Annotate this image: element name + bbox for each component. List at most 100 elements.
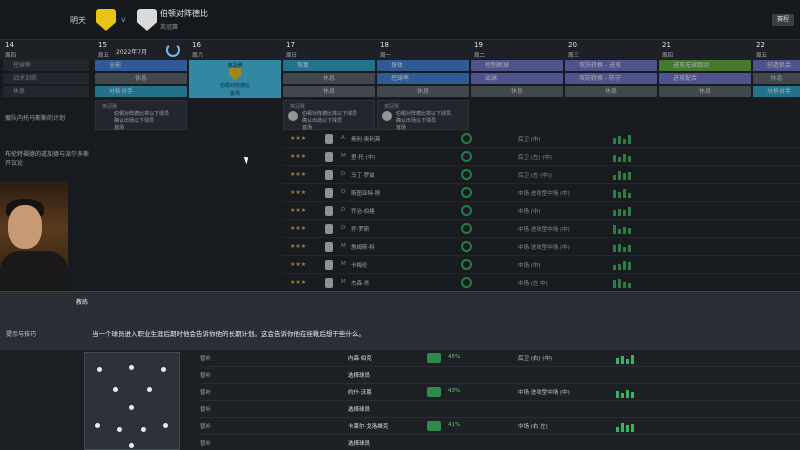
player-marker[interactable]	[117, 427, 122, 432]
session-slot[interactable]: 战术训练	[3, 73, 89, 84]
star-rating-icon: ★★★	[290, 261, 307, 268]
player-marker[interactable]	[129, 365, 134, 370]
condition-dial-icon	[461, 169, 472, 180]
bench-player-name[interactable]: 约什·沃恩	[348, 388, 372, 396]
condition-percent: 45%	[448, 354, 461, 360]
day-header[interactable]: 17 周日	[283, 40, 375, 60]
player-marker[interactable]	[161, 367, 166, 372]
player-marker[interactable]	[95, 423, 100, 428]
session-slot[interactable]: 创造机会	[753, 60, 800, 71]
news-item[interactable]: 撤队内托马斯斯的计划	[5, 114, 91, 123]
weekday: 周一	[380, 53, 392, 59]
session-slot[interactable]: 休息	[3, 86, 89, 97]
table-row[interactable]: ★★★ A 奥利·奥利弗 后卫 (中)	[283, 130, 800, 148]
day-header[interactable]: 22 周五	[753, 40, 800, 60]
player-marker[interactable]	[97, 367, 102, 372]
session-slot[interactable]: 控球率	[377, 73, 469, 84]
session-slot[interactable]: 分析对手	[753, 86, 800, 97]
table-row[interactable]: ★★★ D 马丁·罗兹 后卫 (左 (中))	[283, 166, 800, 184]
player-marker[interactable]	[141, 427, 146, 432]
competition-label: 英冠赛	[160, 24, 179, 31]
player-role: 中场 (中)	[518, 263, 541, 269]
table-row[interactable]: ★★★ M 詹姆斯·特 中场 进攻型中场 (中)	[283, 238, 800, 256]
next-match-title[interactable]: 伯顿对阵德比	[160, 8, 208, 19]
session-slot[interactable]: 恢复	[283, 60, 375, 71]
session-slot[interactable]: 进攻配合	[659, 73, 751, 84]
bench-row[interactable]: 替补 内森·伯克 45% 后卫 (右) (中)	[198, 350, 800, 367]
day-header[interactable]: 19 周二	[471, 40, 563, 60]
session-slot[interactable]: 控制射球	[471, 60, 563, 71]
player-marker[interactable]	[129, 405, 134, 410]
form-bars	[616, 354, 646, 364]
session-slot[interactable]: 攻防转换 - 防守	[565, 73, 657, 84]
match-day-block[interactable]: 英冠赛 伯顿对阵德比 客场	[189, 60, 281, 98]
select-player-button[interactable]: 选择球员	[348, 439, 370, 447]
card-line: 伯顿对阵德比将以下球员	[396, 111, 452, 117]
player-position: M	[341, 279, 346, 285]
star-rating-icon: ★★★	[290, 135, 307, 142]
session-slot[interactable]: 休息	[753, 73, 800, 84]
form-bars	[613, 260, 643, 270]
session-slot[interactable]: 全能	[95, 60, 187, 71]
player-name[interactable]: 卡梅伦	[351, 261, 368, 269]
player-name[interactable]: 乔治·伯格	[351, 207, 375, 215]
fixtures-button[interactable]: 赛程	[772, 14, 794, 26]
condition-dial-icon	[461, 259, 472, 270]
player-marker[interactable]	[113, 387, 118, 392]
club-crest-icon	[229, 68, 241, 80]
session-slot[interactable]: 攻防转换 - 进攻	[565, 60, 657, 71]
table-row[interactable]: ★★★ M 里·托 (中) 后卫 (左) (中)	[283, 148, 800, 166]
loading-spinner-icon	[166, 43, 180, 57]
session-slot[interactable]: 休息	[565, 86, 657, 97]
day-header[interactable]: 18 周一	[377, 40, 469, 60]
session-slot[interactable]: 进攻无球跑动	[659, 60, 751, 71]
session-slot[interactable]: 分析对手	[95, 86, 187, 97]
session-slot[interactable]: 出球	[471, 73, 563, 84]
bench-row[interactable]: 替补 约什·沃恩 43% 中场 进攻型中场 (中)	[198, 384, 800, 401]
day-header[interactable]: 20 周三	[565, 40, 657, 60]
table-row[interactable]: ★★★ D 乔治·伯格 中场 (中)	[283, 202, 800, 220]
select-player-button[interactable]: 选择球员	[348, 371, 370, 379]
condition-dial-icon	[461, 187, 472, 198]
select-player-button[interactable]: 选择球员	[348, 405, 370, 413]
session-slot[interactable]: 身体	[377, 60, 469, 71]
session-slot[interactable]: 休息	[95, 73, 187, 84]
player-name[interactable]: 杰森·肖	[351, 279, 369, 287]
fixture-card[interactable]: 英冠赛 伯顿对阵德比将以下球员 确认出场以下球员 首场	[377, 100, 469, 131]
day-header[interactable]: 14 周四	[2, 40, 92, 60]
player-name[interactable]: 里·托 (中)	[351, 153, 375, 161]
player-marker[interactable]	[163, 423, 168, 428]
condition-dial-icon	[461, 133, 472, 144]
day-header[interactable]: 21 周四	[659, 40, 751, 60]
weekday: 周五	[756, 53, 768, 59]
player-name[interactable]: 斯图亚特·穆	[351, 189, 380, 197]
player-name[interactable]: 奥利·奥利弗	[351, 135, 380, 143]
player-position: M	[341, 261, 346, 267]
bench-row[interactable]: 替补 选择球员	[198, 401, 800, 418]
session-slot[interactable]: 休息	[471, 86, 563, 97]
session-slot[interactable]: 休息	[659, 86, 751, 97]
fixture-card[interactable]: 英冠赛 伯顿对阵德比将以下球员 确认出场以下球员 首场	[283, 100, 375, 131]
player-name[interactable]: 乔·罗斯	[351, 225, 369, 233]
player-marker[interactable]	[147, 387, 152, 392]
session-slot[interactable]: 休息	[283, 86, 375, 97]
table-row[interactable]: ★★★ M 卡梅伦 中场 (中)	[283, 256, 800, 274]
day-header[interactable]: 16 周六	[189, 40, 281, 60]
bench-row[interactable]: 替补 选择球员	[198, 435, 800, 450]
bench-player-name[interactable]: 内森·伯克	[348, 354, 372, 362]
news-item[interactable]: 布伦特福德的道加德与派尔多斯开议论	[5, 150, 91, 168]
bench-row[interactable]: 替补 卡莱尔·戈洛维克 41% 中场 (右 左)	[198, 418, 800, 435]
player-name[interactable]: 詹姆斯·特	[351, 243, 375, 251]
player-name[interactable]: 马丁·罗兹	[351, 171, 375, 179]
formation-pitch[interactable]	[84, 352, 180, 450]
bench-player-name[interactable]: 卡莱尔·戈洛维克	[348, 422, 388, 430]
session-slot[interactable]: 休息	[377, 86, 469, 97]
fixture-card[interactable]: 英冠赛 伯顿对阵德比将以下球员 确认出场以下球员 首场	[95, 100, 187, 131]
table-row[interactable]: ★★★ D 斯图亚特·穆 中场 进攻型中场 (中)	[283, 184, 800, 202]
session-slot[interactable]: 休息	[283, 73, 375, 84]
session-slot[interactable]: 控球率	[3, 60, 89, 71]
player-marker[interactable]	[129, 443, 134, 448]
bench-row[interactable]: 替补 选择球员	[198, 367, 800, 384]
table-row[interactable]: ★★★ D 乔·罗斯 中场 进攻型中场 (中)	[283, 220, 800, 238]
table-row[interactable]: ★★★ M 杰森·肖 中场 (左 中)	[283, 274, 800, 292]
